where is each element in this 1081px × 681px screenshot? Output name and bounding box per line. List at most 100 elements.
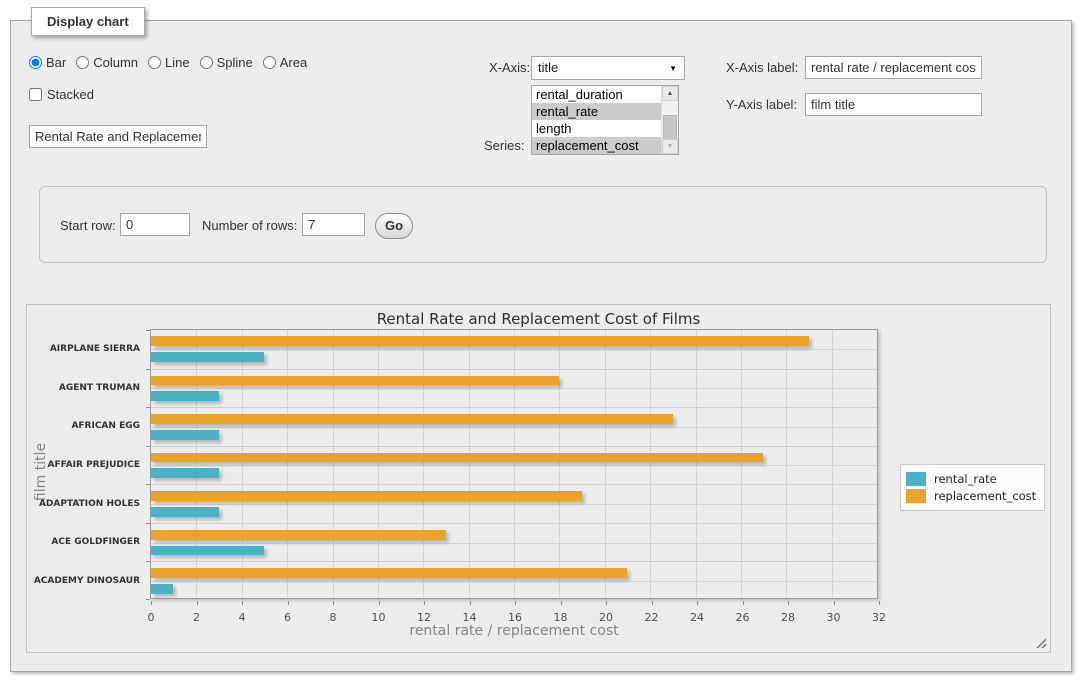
category-row: [151, 330, 877, 369]
category-row: [151, 561, 877, 600]
chart-type-label: Column: [93, 55, 138, 70]
series-option-length[interactable]: length: [532, 120, 661, 137]
x-tick-mark: [834, 601, 835, 605]
series-listbox[interactable]: rental_durationrental_ratelengthreplacem…: [531, 85, 679, 155]
legend-item: replacement_cost: [906, 489, 1036, 503]
chart-type-radio-spline[interactable]: [200, 56, 213, 69]
x-axis-select[interactable]: title ▼: [531, 56, 685, 80]
y-tick-mark: [146, 369, 150, 370]
y-tick-label: ACE GOLDFINGER: [30, 537, 140, 547]
chart-bar-rental_rate: [151, 584, 173, 594]
legend-label: replacement_cost: [934, 489, 1036, 503]
start-row-label: Start row:: [60, 218, 116, 234]
chart-type-label: Spline: [217, 55, 253, 70]
chevron-down-icon: ▼: [669, 64, 677, 73]
gridline: [151, 427, 877, 428]
chart-type-label: Line: [165, 55, 190, 70]
x-axis-select-label: X-Axis:: [489, 60, 530, 76]
chart-type-label: Area: [280, 55, 307, 70]
category-row: [151, 523, 877, 562]
category-row: [151, 446, 877, 485]
category-row: [151, 369, 877, 408]
legend-item: rental_rate: [906, 472, 1036, 486]
start-row-input[interactable]: [120, 213, 190, 236]
gridline: [151, 465, 877, 466]
x-axis-selected-value: title: [538, 60, 558, 75]
chart-type-area[interactable]: Area: [263, 55, 307, 70]
chart-bar-replacement_cost: [151, 568, 627, 578]
rows-panel: Start row: Number of rows: Go: [39, 186, 1047, 263]
gridline: [151, 388, 877, 389]
number-of-rows-label: Number of rows:: [202, 218, 297, 234]
chart-legend: rental_rate replacement_cost: [900, 464, 1045, 511]
chart-type-spline[interactable]: Spline: [200, 55, 253, 70]
y-axis-label-label: Y-Axis label:: [726, 97, 797, 113]
chart-type-bar[interactable]: Bar: [29, 55, 66, 70]
x-tick-mark: [288, 601, 289, 605]
chart-bar-replacement_cost: [151, 491, 582, 501]
page: Display chart Bar Column Line Spline Area St…: [0, 0, 1081, 681]
chart-bar-replacement_cost: [151, 414, 673, 424]
x-tick-mark: [151, 601, 152, 605]
panel-title: Display chart: [31, 7, 145, 36]
x-tick-mark: [606, 601, 607, 605]
chart-bar-rental_rate: [151, 391, 219, 401]
x-tick-mark: [197, 601, 198, 605]
resize-grip-icon[interactable]: [1035, 637, 1046, 648]
chart-bar-replacement_cost: [151, 530, 446, 540]
x-tick-mark: [379, 601, 380, 605]
chart-title-input[interactable]: [29, 125, 207, 148]
y-tick-label: AFFAIR PREJUDICE: [30, 460, 140, 470]
series-options: rental_durationrental_ratelengthreplacem…: [532, 86, 661, 154]
chart-bar-rental_rate: [151, 468, 219, 478]
y-tick-mark: [146, 446, 150, 447]
legend-swatch: [906, 489, 926, 503]
chart-bar-replacement_cost: [151, 376, 559, 386]
y-tick-mark: [146, 330, 150, 331]
x-tick-mark: [697, 601, 698, 605]
x-tick-mark: [242, 601, 243, 605]
scrollbar-thumb[interactable]: [663, 115, 677, 141]
x-axis-title: rental rate / replacement cost: [150, 623, 878, 639]
series-option-rental_duration[interactable]: rental_duration: [532, 86, 661, 103]
x-axis-label-input[interactable]: [805, 56, 982, 79]
chart-bar-rental_rate: [151, 507, 219, 517]
y-tick-mark: [146, 484, 150, 485]
x-axis-label-label: X-Axis label:: [726, 60, 798, 76]
stacked-checkbox[interactable]: [29, 88, 42, 101]
chart-type-radio-column[interactable]: [76, 56, 89, 69]
y-tick-label: AFRICAN EGG: [30, 421, 140, 431]
go-button[interactable]: Go: [375, 213, 413, 239]
y-tick-label: AIRPLANE SIERRA: [30, 344, 140, 354]
gridline: [151, 581, 877, 582]
stacked-row: Stacked: [29, 87, 94, 102]
series-option-rental_rate[interactable]: rental_rate: [532, 103, 661, 120]
x-tick-mark: [515, 601, 516, 605]
chart-bar-replacement_cost: [151, 336, 809, 346]
listbox-scrollbar[interactable]: ▲ ▼: [661, 86, 678, 154]
gridline: [151, 543, 877, 544]
x-tick-mark: [879, 601, 880, 605]
chart-type-line[interactable]: Line: [148, 55, 190, 70]
legend-swatch: [906, 472, 926, 486]
category-row: [151, 407, 877, 446]
x-tick-mark: [333, 601, 334, 605]
series-option-replacement_cost[interactable]: replacement_cost: [532, 137, 661, 154]
chart-type-radio-area[interactable]: [263, 56, 276, 69]
chart-type-column[interactable]: Column: [76, 55, 138, 70]
y-tick-label: ACADEMY DINOSAUR: [30, 576, 140, 586]
chart-type-radio-line[interactable]: [148, 56, 161, 69]
stacked-label: Stacked: [47, 87, 94, 102]
scroll-down-icon[interactable]: ▼: [662, 139, 678, 154]
number-of-rows-input[interactable]: [302, 213, 365, 236]
legend-label: rental_rate: [934, 472, 997, 486]
series-list-label: Series:: [484, 138, 524, 154]
category-row: [151, 484, 877, 523]
chart-type-radio-bar[interactable]: [29, 56, 42, 69]
y-axis-label-input[interactable]: [805, 93, 982, 116]
plot-area: 02468101214161820222426283032AIRPLANE SI…: [150, 329, 878, 599]
y-tick-label: ADAPTATION HOLES: [30, 499, 140, 509]
scroll-up-icon[interactable]: ▲: [662, 86, 678, 101]
chart-title: Rental Rate and Replacement Cost of Film…: [27, 310, 1050, 328]
chart-bar-rental_rate: [151, 430, 219, 440]
